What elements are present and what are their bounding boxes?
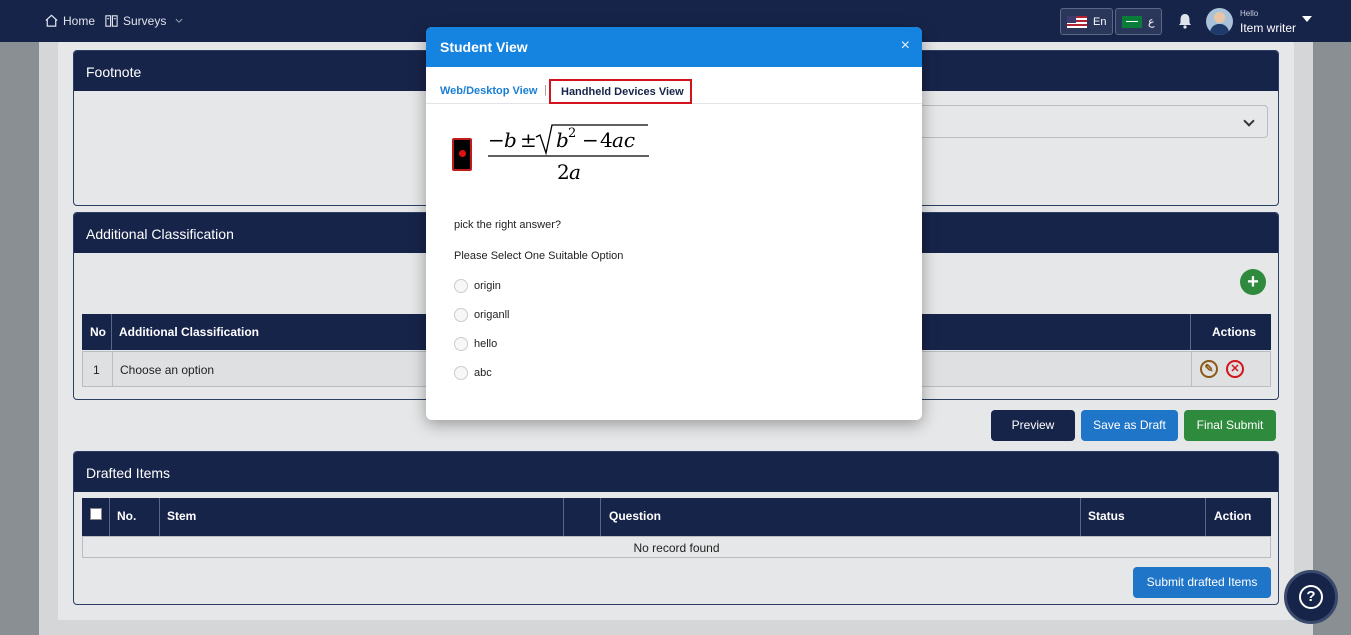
option-label: hello (474, 338, 498, 350)
svg-text:b: b (504, 128, 517, 152)
svg-text:4: 4 (600, 128, 613, 152)
option-label: abc (474, 367, 492, 379)
svg-text:ac: ac (612, 128, 635, 152)
svg-text:−: − (488, 128, 505, 152)
svg-text:b: b (556, 128, 569, 152)
option-4[interactable]: abc (454, 366, 492, 380)
svg-text:a: a (569, 160, 581, 184)
option-label: origanll (474, 309, 510, 321)
close-icon[interactable]: × (901, 37, 910, 55)
tab-web-desktop-view[interactable]: Web/Desktop View (440, 85, 537, 97)
student-view-modal: Student View × Web/Desktop View | Handhe… (426, 27, 922, 420)
question-stem: pick the right answer? (454, 219, 561, 231)
svg-text:±: ± (520, 128, 537, 152)
view-tabs: Web/Desktop View | Handheld Devices View (426, 67, 922, 104)
option-label: origin (474, 280, 501, 292)
svg-text:2: 2 (568, 126, 576, 141)
option-radio[interactable] (454, 337, 468, 351)
svg-text:2: 2 (557, 160, 570, 184)
option-radio[interactable] (454, 279, 468, 293)
modal-header: Student View × (426, 27, 922, 67)
option-radio[interactable] (454, 366, 468, 380)
option-radio[interactable] (454, 308, 468, 322)
quadratic-formula-image: − b ± b 2 − 4 ac 2 a (488, 124, 649, 184)
option-1[interactable]: origin (454, 279, 501, 293)
option-3[interactable]: hello (454, 337, 497, 351)
option-2[interactable]: origanll (454, 308, 509, 322)
modal-title: Student View (440, 39, 528, 55)
tab-separator: | (544, 84, 547, 96)
instruction-text: Please Select One Suitable Option (454, 250, 624, 262)
svg-text:−: − (582, 128, 599, 152)
tab-handheld-devices-view[interactable]: Handheld Devices View (549, 79, 692, 104)
